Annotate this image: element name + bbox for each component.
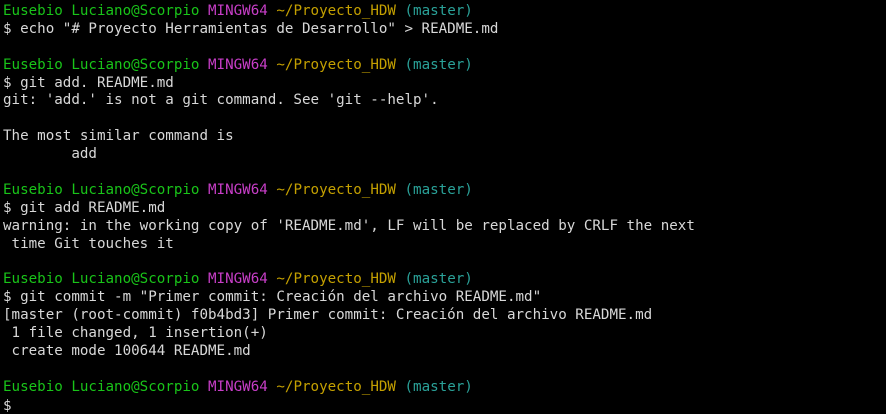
- prompt-branch: (master): [404, 56, 473, 73]
- line-text: The most similar command is: [3, 128, 234, 145]
- command-line: $ git commit -m "Primer commit: Creación…: [3, 289, 886, 307]
- output-line: time Git touches it: [3, 236, 886, 254]
- line-text: warning: in the working copy of 'README.…: [3, 217, 695, 234]
- input-prompt-symbol: $: [3, 397, 12, 414]
- prompt-line: Eusebio Luciano@Scorpio MINGW64 ~/Proyec…: [3, 57, 886, 75]
- prompt-system: MINGW64: [208, 378, 268, 395]
- prompt-line: Eusebio Luciano@Scorpio MINGW64 ~/Proyec…: [3, 3, 886, 21]
- prompt-line: Eusebio Luciano@Scorpio MINGW64 ~/Proyec…: [3, 271, 886, 289]
- prompt-branch: (master): [404, 181, 473, 198]
- prompt-system: MINGW64: [208, 56, 268, 73]
- prompt-user: Eusebio Luciano@Scorpio: [3, 378, 200, 395]
- prompt-path: ~/Proyecto_HDW: [276, 3, 396, 19]
- prompt-user: Eusebio Luciano@Scorpio: [3, 271, 200, 288]
- line-text: $ git commit -m "Primer commit: Creación…: [3, 289, 542, 306]
- command-line: $ echo "# Proyecto Herramientas de Desar…: [3, 21, 886, 39]
- line-text: [master (root-commit) f0b4bd3] Primer co…: [3, 307, 653, 324]
- line-text: time Git touches it: [3, 235, 174, 252]
- prompt-path: ~/Proyecto_HDW: [276, 271, 396, 288]
- output-line: git: 'add.' is not a git command. See 'g…: [3, 92, 886, 110]
- output-line: The most similar command is: [3, 128, 886, 146]
- input-line: $: [3, 397, 886, 414]
- line-text: create mode 100644 README.md: [3, 342, 251, 359]
- prompt-path: ~/Proyecto_HDW: [276, 56, 396, 73]
- output-line: warning: in the working copy of 'README.…: [3, 218, 886, 236]
- line-text: $ git add README.md: [3, 199, 166, 216]
- prompt-path: ~/Proyecto_HDW: [276, 181, 396, 198]
- prompt-system: MINGW64: [208, 271, 268, 288]
- prompt-system: MINGW64: [208, 181, 268, 198]
- prompt-path: ~/Proyecto_HDW: [276, 378, 396, 395]
- prompt-line: Eusebio Luciano@Scorpio MINGW64 ~/Proyec…: [3, 379, 886, 397]
- line-text: $ git add. README.md: [3, 74, 174, 91]
- command-line: $ git add README.md: [3, 200, 886, 218]
- terminal-window[interactable]: Eusebio Luciano@Scorpio MINGW64 ~/Proyec…: [0, 0, 886, 414]
- prompt-branch: (master): [404, 271, 473, 288]
- prompt-branch: (master): [404, 378, 473, 395]
- output-line: [master (root-commit) f0b4bd3] Primer co…: [3, 307, 886, 325]
- text-cursor[interactable]: [12, 397, 20, 412]
- prompt-system: MINGW64: [208, 3, 268, 19]
- output-line: add: [3, 146, 886, 164]
- output-line: create mode 100644 README.md: [3, 343, 886, 361]
- prompt-line: Eusebio Luciano@Scorpio MINGW64 ~/Proyec…: [3, 182, 886, 200]
- prompt-user: Eusebio Luciano@Scorpio: [3, 3, 200, 19]
- prompt-user: Eusebio Luciano@Scorpio: [3, 56, 200, 73]
- line-text: 1 file changed, 1 insertion(+): [3, 325, 268, 342]
- line-text: git: 'add.' is not a git command. See 'g…: [3, 92, 439, 109]
- prompt-user: Eusebio Luciano@Scorpio: [3, 181, 200, 198]
- prompt-branch: (master): [404, 3, 473, 19]
- output-line: 1 file changed, 1 insertion(+): [3, 325, 886, 343]
- line-text: add: [3, 146, 97, 163]
- line-text: $ echo "# Proyecto Herramientas de Desar…: [3, 20, 499, 37]
- command-line: $ git add. README.md: [3, 75, 886, 93]
